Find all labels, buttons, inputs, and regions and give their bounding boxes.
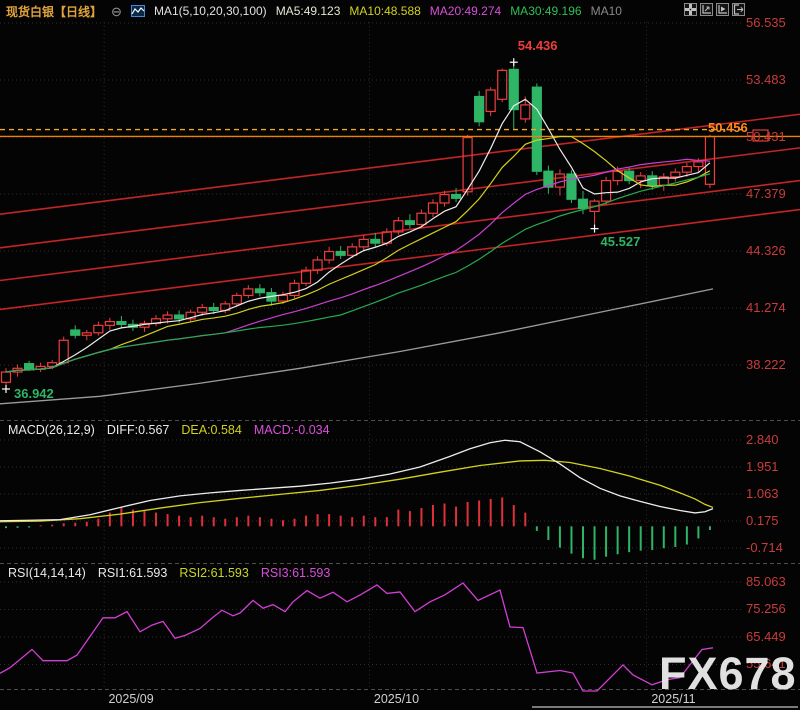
annotation-high: 54.436	[518, 39, 558, 53]
x-axis-month: 2025/09	[108, 692, 153, 706]
macd-title: MACD(26,12,9)	[8, 423, 95, 439]
rsi3-value: RSI3:61.593	[261, 566, 331, 582]
main-y-tick: 53.483	[746, 73, 786, 87]
ma-settings-label: MA1(5,10,20,30,100)	[154, 4, 267, 18]
rsi-y-tick: 65.449	[746, 630, 786, 644]
rsi-y-tick: 75.256	[746, 602, 786, 616]
watermark: FX678	[659, 648, 797, 700]
horizontal-scrollbar[interactable]	[532, 706, 798, 708]
rsi-header: RSI(14,14,14) RSI1:61.593 RSI2:61.593 RS…	[8, 566, 330, 582]
macd-y-tick: 1.951	[746, 460, 779, 474]
main-y-tick: 47.379	[746, 187, 786, 201]
chart-header: 现货白银【日线】 ⊖ MA1(5,10,20,30,100) MA5:49.12…	[6, 2, 622, 20]
macd-y-tick: 2.840	[746, 433, 779, 447]
x-axis-month: 2025/10	[374, 692, 419, 706]
macd-y-tick: 0.175	[746, 514, 779, 528]
main-y-tick: 41.274	[746, 301, 786, 315]
rsi-y-tick: 85.063	[746, 575, 786, 589]
symbol-name: 现货白银	[6, 3, 54, 20]
exit-icon[interactable]	[732, 3, 745, 16]
macd-diff-value: DIFF:0.567	[107, 423, 170, 439]
chart-toolbar	[684, 3, 745, 16]
main-y-tick: 50.431	[746, 130, 786, 144]
mini-chart-icon	[131, 5, 145, 17]
rsi-title: RSI(14,14,14)	[8, 566, 86, 582]
macd-y-tick: -0.714	[746, 541, 783, 555]
axis-right-icon[interactable]	[716, 3, 729, 16]
ma100-label: MA10	[591, 4, 622, 18]
collapse-icon[interactable]: ⊖	[111, 5, 122, 18]
macd-hist-value: MACD:-0.034	[254, 423, 330, 439]
rsi2-value: RSI2:61.593	[179, 566, 249, 582]
ma30-value: MA30:49.196	[510, 4, 581, 18]
ma20-value: MA20:49.274	[430, 4, 501, 18]
ma5-value: MA5:49.123	[276, 4, 341, 18]
last-price-label: 50.456	[708, 121, 748, 135]
main-y-tick: 38.222	[746, 358, 786, 372]
rsi1-value: RSI1:61.593	[98, 566, 168, 582]
chart-canvas	[0, 0, 800, 710]
macd-dea-value: DEA:0.584	[181, 423, 241, 439]
axis-left-icon[interactable]	[700, 3, 713, 16]
chart-app: 现货白银【日线】 ⊖ MA1(5,10,20,30,100) MA5:49.12…	[0, 0, 800, 710]
annotation-low-left: 36.942	[14, 387, 54, 401]
main-y-tick: 56.535	[746, 16, 786, 30]
macd-header: MACD(26,12,9) DIFF:0.567 DEA:0.584 MACD:…	[8, 423, 330, 439]
period-selector[interactable]: 【日线】	[54, 3, 102, 20]
crosshair-icon[interactable]	[684, 3, 697, 16]
annotation-low-mid: 45.527	[601, 235, 641, 249]
ma10-value: MA10:48.588	[349, 4, 420, 18]
main-y-tick: 44.326	[746, 244, 786, 258]
macd-y-tick: 1.063	[746, 487, 779, 501]
